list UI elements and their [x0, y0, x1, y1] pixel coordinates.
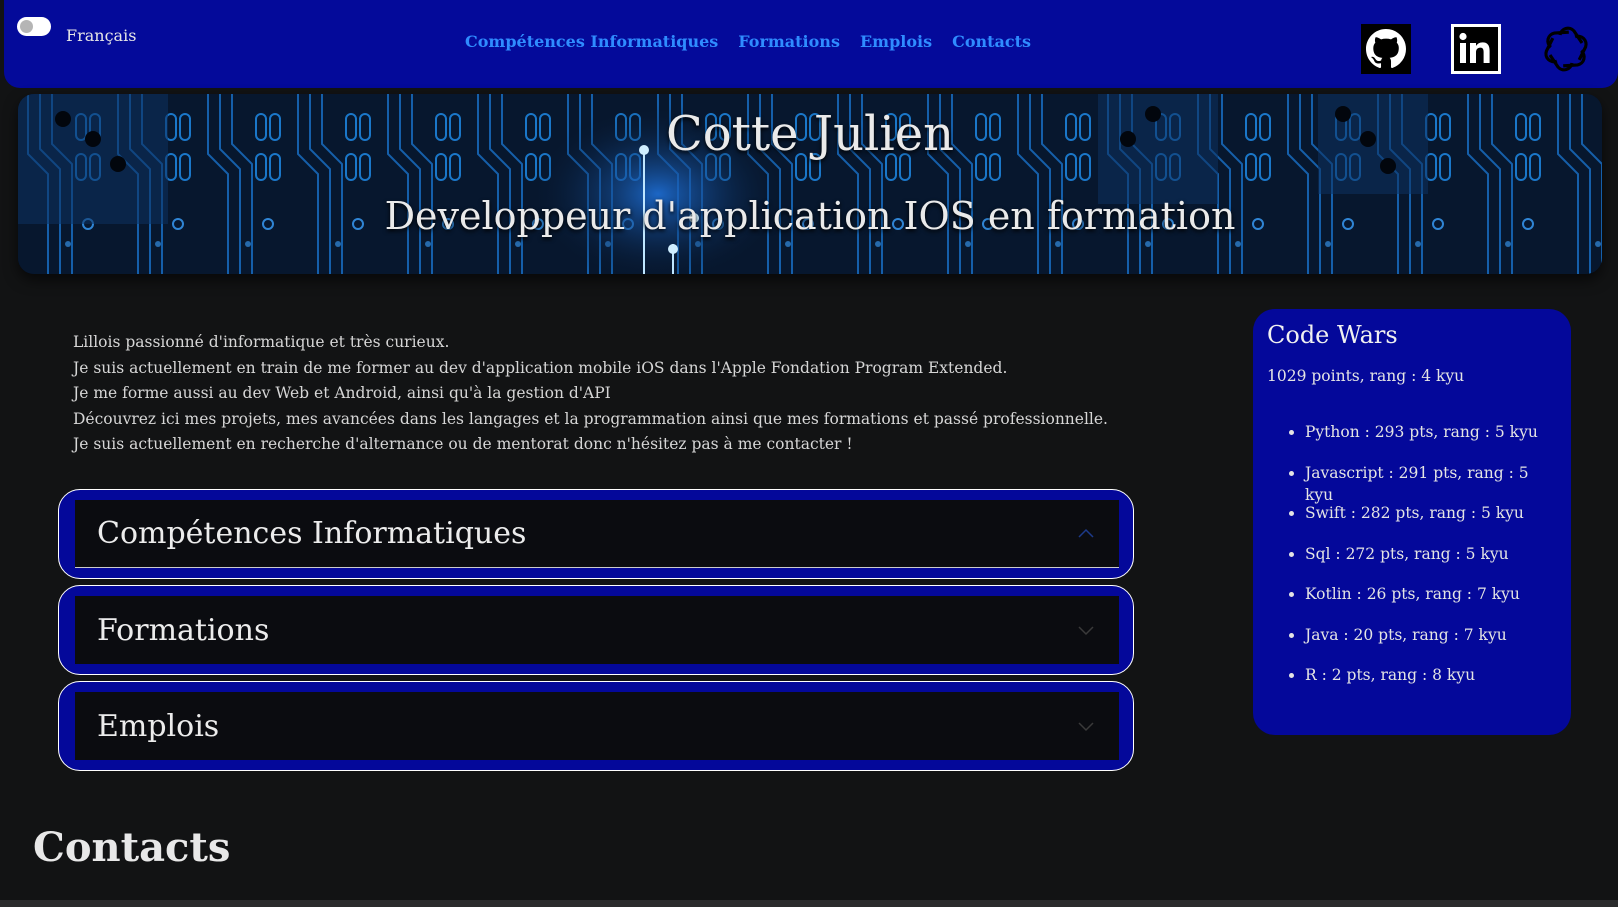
codewars-language-item: Python : 293 pts, rang : 5 kyu: [1305, 421, 1557, 462]
github-link[interactable]: [1361, 24, 1411, 74]
intro-text: Lillois passionné d'informatique et très…: [73, 330, 1153, 458]
intro-line: Je suis actuellement en train de me form…: [73, 358, 1008, 377]
nav-links: Compétences Informatiques Formations Emp…: [465, 32, 1031, 51]
nav-link-competences[interactable]: Compétences Informatiques: [465, 32, 718, 51]
accordion-title: Formations: [97, 612, 270, 648]
accordion-formations: Formations: [58, 585, 1134, 675]
accordion-header-emplois[interactable]: Emplois: [75, 692, 1119, 760]
hero-subtitle: Developpeur d'application IOS en formati…: [384, 194, 1236, 238]
codewars-language-item: Kotlin : 26 pts, rang : 7 kyu: [1305, 583, 1557, 624]
nav-link-emplois[interactable]: Emplois: [860, 32, 932, 51]
language-toggle[interactable]: [17, 17, 51, 36]
chevron-down-icon: [1078, 722, 1094, 732]
page-bottom-divider: [0, 900, 1618, 907]
codewars-language-list: Python : 293 pts, rang : 5 kyu Javascrip…: [1267, 421, 1557, 705]
accordion-header-formations[interactable]: Formations: [75, 596, 1119, 664]
hero-banner: Cotte Julien Developpeur d'application I…: [18, 94, 1602, 274]
openai-link[interactable]: [1541, 24, 1591, 74]
github-icon: [1366, 29, 1406, 69]
chevron-down-icon: [1078, 626, 1094, 636]
language-label: Français: [66, 26, 137, 45]
linkedin-icon: [1459, 32, 1490, 63]
accordion-header-competences[interactable]: Compétences Informatiques: [75, 500, 1119, 568]
codewars-summary: 1029 points, rang : 4 kyu: [1267, 367, 1465, 385]
codewars-language-item: Swift : 282 pts, rang : 5 kyu: [1305, 502, 1557, 543]
nav-link-formations[interactable]: Formations: [738, 32, 840, 51]
nav-link-contacts[interactable]: Contacts: [952, 32, 1031, 51]
chevron-up-icon: [1078, 528, 1094, 538]
codewars-language-item: Java : 20 pts, rang : 7 kyu: [1305, 624, 1557, 665]
linkedin-link[interactable]: [1451, 24, 1501, 74]
hero-title: Cotte Julien: [665, 106, 955, 162]
accordion-title: Emplois: [97, 708, 220, 744]
intro-line: Lillois passionné d'informatique et très…: [73, 333, 450, 351]
accordion-competences: Compétences Informatiques: [58, 489, 1134, 579]
codewars-card: Code Wars 1029 points, rang : 4 kyu Pyth…: [1253, 309, 1571, 735]
codewars-language-item: Javascript : 291 pts, rang : 5 kyu: [1305, 462, 1557, 504]
accordion-title: Compétences Informatiques: [97, 516, 527, 551]
codewars-title: Code Wars: [1267, 321, 1398, 349]
openai-icon: [1544, 26, 1588, 72]
intro-line: Je suis actuellement en recherche d'alte…: [73, 435, 853, 453]
toggle-knob: [20, 20, 33, 33]
codewars-language-item: Sql : 272 pts, rang : 5 kyu: [1305, 543, 1557, 584]
contacts-heading: Contacts: [33, 824, 231, 871]
intro-line: Découvrez ici mes projets, mes avancées …: [73, 409, 1108, 428]
top-navbar: Français Compétences Informatiques Forma…: [4, 0, 1618, 88]
accordion-emplois: Emplois: [58, 681, 1134, 771]
codewars-language-item: R : 2 pts, rang : 8 kyu: [1305, 664, 1557, 705]
intro-line: Je me forme aussi au dev Web et Android,…: [73, 384, 611, 402]
